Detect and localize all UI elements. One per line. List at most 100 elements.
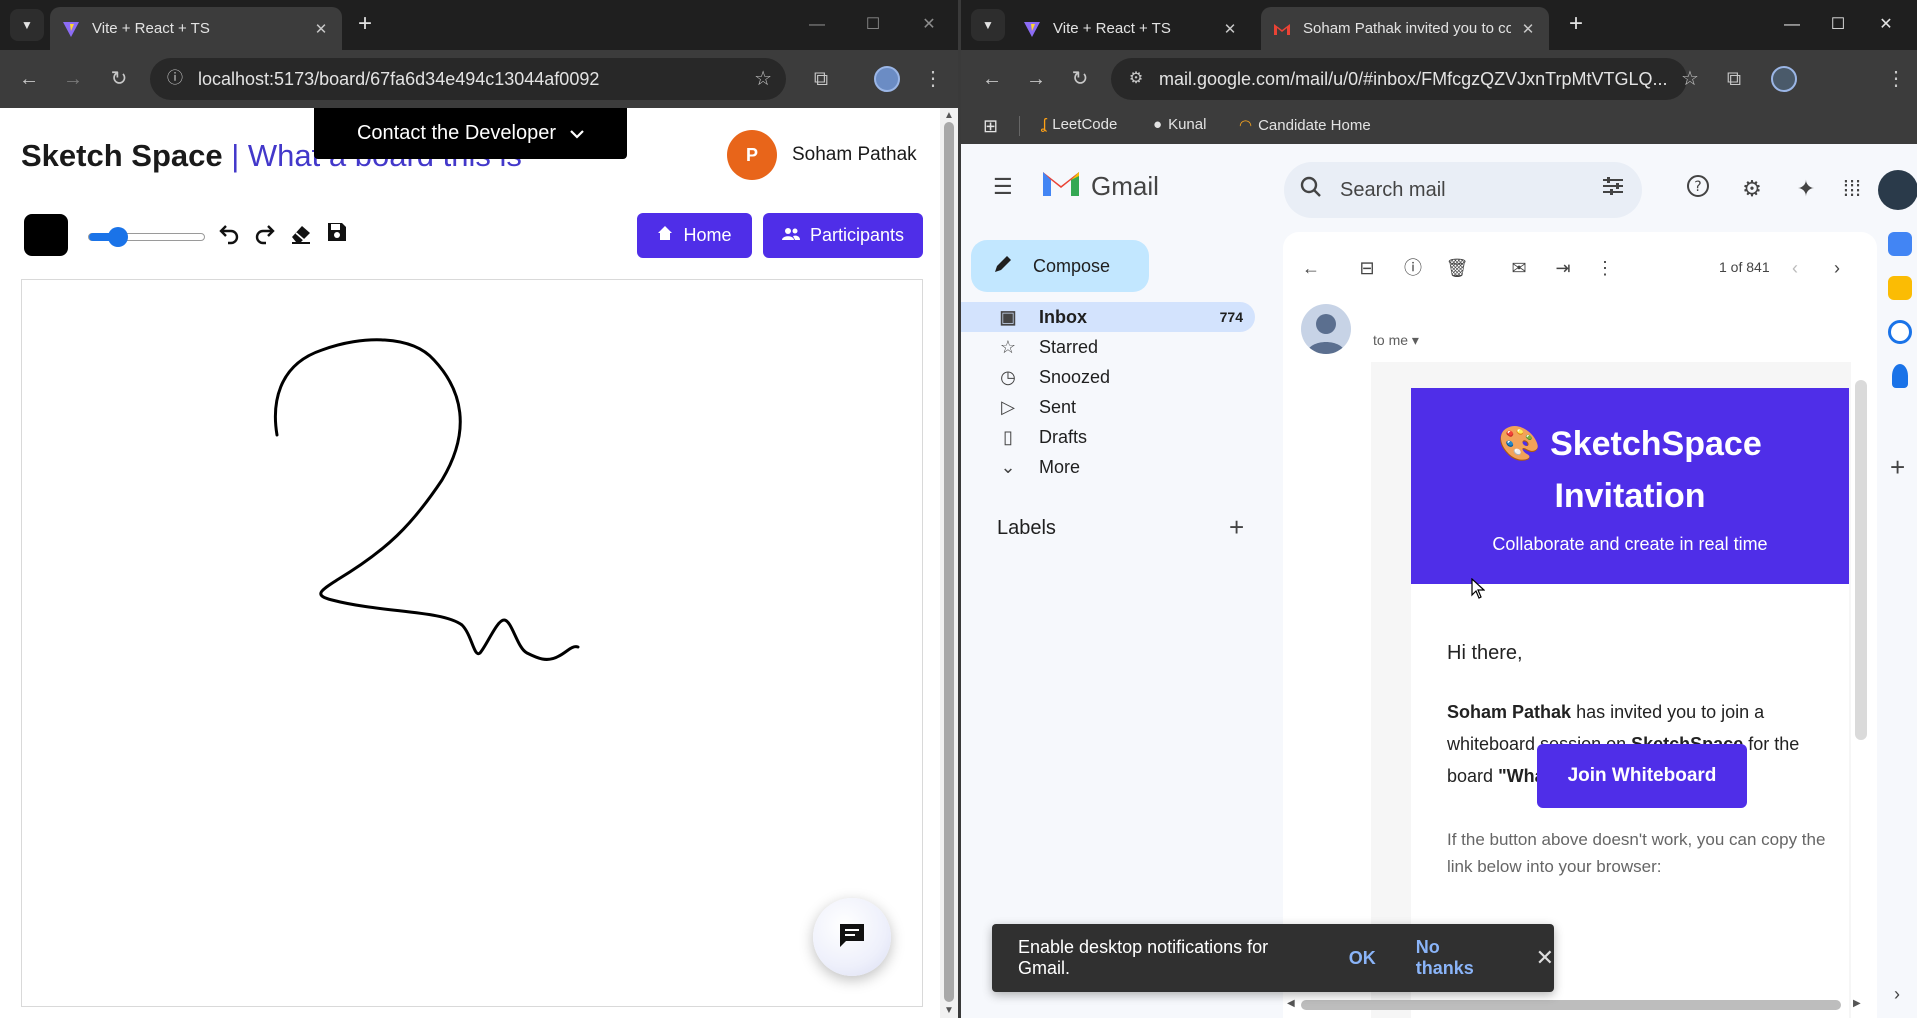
close-tab-icon[interactable]: ✕ <box>1221 20 1239 38</box>
move-to-icon[interactable]: ⇥ <box>1549 254 1577 282</box>
bookmark-leetcode[interactable]: ʆ LeetCode <box>1041 116 1117 133</box>
search-options-icon[interactable] <box>1602 176 1624 202</box>
mark-unread-icon[interactable]: ✉ <box>1505 254 1533 282</box>
back-icon[interactable]: ← <box>14 64 44 94</box>
page-scrollbar[interactable]: ▲ ▼ <box>940 108 958 1018</box>
join-whiteboard-button[interactable]: Join Whiteboard <box>1537 744 1747 808</box>
pager-text: 1 of 841 <box>1719 259 1770 275</box>
forward-icon[interactable]: → <box>58 64 88 94</box>
reload-icon[interactable]: ↻ <box>104 64 134 94</box>
redo-icon[interactable] <box>252 221 278 247</box>
bookmark-star-icon[interactable]: ☆ <box>754 66 772 91</box>
send-icon: ▷ <box>1001 396 1015 417</box>
close-toast-icon[interactable]: ✕ <box>1536 945 1554 971</box>
new-tab-button[interactable]: + <box>352 12 378 38</box>
bookmark-candidate-home[interactable]: ◠ Candidate Home <box>1239 116 1371 135</box>
scrollbar-thumb[interactable] <box>944 122 954 1002</box>
back-icon[interactable]: ← <box>977 64 1007 94</box>
brush-size-slider[interactable] <box>88 227 205 247</box>
color-picker-swatch[interactable] <box>24 214 68 256</box>
delete-icon[interactable]: 🗑 <box>1443 254 1471 282</box>
new-tab-button[interactable]: + <box>1563 12 1589 38</box>
menu-kebab-icon[interactable]: ⋮ <box>1881 64 1911 94</box>
chat-button[interactable] <box>813 898 891 976</box>
gemini-icon[interactable]: ✦ <box>1791 174 1821 204</box>
profile-avatar[interactable] <box>1771 66 1797 92</box>
bookmark-kunal[interactable]: ● Kunal <box>1153 116 1206 133</box>
add-label-icon[interactable]: + <box>1229 512 1244 543</box>
forward-icon[interactable]: → <box>1021 64 1051 94</box>
nav-starred[interactable]: ☆ Starred <box>961 332 1261 362</box>
older-icon[interactable]: › <box>1823 254 1851 282</box>
participants-button[interactable]: Participants <box>763 213 923 258</box>
site-settings-icon[interactable]: ⚙ <box>1125 68 1147 90</box>
show-side-panel-icon[interactable]: › <box>1894 984 1900 1005</box>
get-addons-icon[interactable]: + <box>1890 452 1905 483</box>
nav-snoozed[interactable]: ◷ Snoozed <box>961 362 1261 392</box>
nav-sent[interactable]: ▷ Sent <box>961 392 1261 422</box>
help-icon[interactable]: ? <box>1683 174 1713 204</box>
drawing-canvas[interactable] <box>21 279 923 1007</box>
tab-search-button[interactable]: ▼ <box>971 9 1005 41</box>
report-spam-icon[interactable]: ⓘ <box>1399 254 1427 282</box>
account-avatar[interactable] <box>1878 170 1917 210</box>
search-mail-input[interactable]: Search mail <box>1284 162 1642 218</box>
compose-button[interactable]: Compose <box>971 240 1149 292</box>
scroll-up-icon[interactable]: ▲ <box>944 110 954 121</box>
gmail-logo[interactable]: Gmail <box>1041 168 1159 205</box>
address-bar[interactable]: ⚙ mail.google.com/mail/u/0/#inbox/FMfcgz… <box>1111 58 1687 100</box>
nav-drafts[interactable]: ▯ Drafts <box>961 422 1261 452</box>
recipient-details[interactable]: to me ▾ <box>1373 332 1419 349</box>
scroll-right-icon[interactable]: ▶ <box>1853 998 1861 1009</box>
tab-search-button[interactable]: ▼ <box>10 9 44 41</box>
contacts-icon[interactable] <box>1892 364 1908 388</box>
close-tab-icon[interactable]: ✕ <box>1519 20 1537 38</box>
scroll-left-icon[interactable]: ◀ <box>1287 998 1295 1009</box>
maximize-button[interactable]: ☐ <box>1823 10 1853 40</box>
nav-more[interactable]: ⌄ More <box>961 452 1261 482</box>
tab-vite[interactable]: Vite + React + TS ✕ <box>1011 7 1251 50</box>
reload-icon[interactable]: ↻ <box>1065 64 1095 94</box>
tasks-icon[interactable] <box>1888 320 1912 344</box>
toast-ok-button[interactable]: OK <box>1349 948 1376 969</box>
close-tab-icon[interactable]: ✕ <box>312 20 330 38</box>
extensions-icon[interactable]: ⧉ <box>1719 64 1749 94</box>
keep-icon[interactable] <box>1888 276 1912 300</box>
apps-grid-icon[interactable]: ⊞ <box>983 116 998 137</box>
nav-inbox[interactable]: ▣ Inbox 774 <box>961 302 1255 332</box>
address-bar[interactable]: ⓘ localhost:5173/board/67fa6d34e494c1304… <box>150 58 786 100</box>
slider-knob[interactable] <box>108 227 129 247</box>
extensions-icon[interactable]: ⧉ <box>806 64 836 94</box>
minimize-button[interactable]: — <box>802 10 832 40</box>
calendar-icon[interactable] <box>1888 232 1912 256</box>
contact-developer-button[interactable]: Contact the Developer <box>314 108 627 159</box>
menu-kebab-icon[interactable]: ⋮ <box>918 64 948 94</box>
minimize-button[interactable]: — <box>1777 10 1807 40</box>
toast-no-thanks-button[interactable]: No thanks <box>1416 937 1502 979</box>
undo-icon[interactable] <box>216 221 242 247</box>
close-window-button[interactable]: ✕ <box>914 10 944 40</box>
tab-vite[interactable]: Vite + React + TS ✕ <box>50 7 342 50</box>
bookmark-star-icon[interactable]: ☆ <box>1675 64 1705 94</box>
back-to-inbox-icon[interactable]: ← <box>1297 254 1325 282</box>
horizontal-scrollbar[interactable] <box>1301 1000 1841 1010</box>
message-scrollbar[interactable] <box>1855 380 1867 740</box>
eraser-icon[interactable] <box>288 221 314 247</box>
main-menu-icon[interactable]: ☰ <box>993 176 1017 200</box>
site-info-icon[interactable]: ⓘ <box>164 68 186 90</box>
more-options-icon[interactable]: ⋮ <box>1591 254 1619 282</box>
close-window-button[interactable]: ✕ <box>1871 10 1901 40</box>
profile-avatar[interactable] <box>874 66 900 92</box>
archive-icon[interactable]: ⊟ <box>1353 254 1381 282</box>
save-icon[interactable] <box>324 221 350 247</box>
tab-title: Vite + React + TS <box>1053 20 1171 37</box>
maximize-button[interactable]: ☐ <box>858 10 888 40</box>
search-icon[interactable] <box>1300 176 1322 204</box>
scroll-down-icon[interactable]: ▼ <box>944 1005 954 1016</box>
user-avatar[interactable]: P <box>727 130 777 180</box>
home-button[interactable]: Home <box>637 213 752 258</box>
tab-gmail[interactable]: Soham Pathak invited you to co ✕ <box>1261 7 1549 50</box>
newer-icon[interactable]: ‹ <box>1781 254 1809 282</box>
settings-gear-icon[interactable]: ⚙ <box>1737 174 1767 204</box>
google-apps-icon[interactable]: ⁞⁞⁞ <box>1837 174 1867 204</box>
